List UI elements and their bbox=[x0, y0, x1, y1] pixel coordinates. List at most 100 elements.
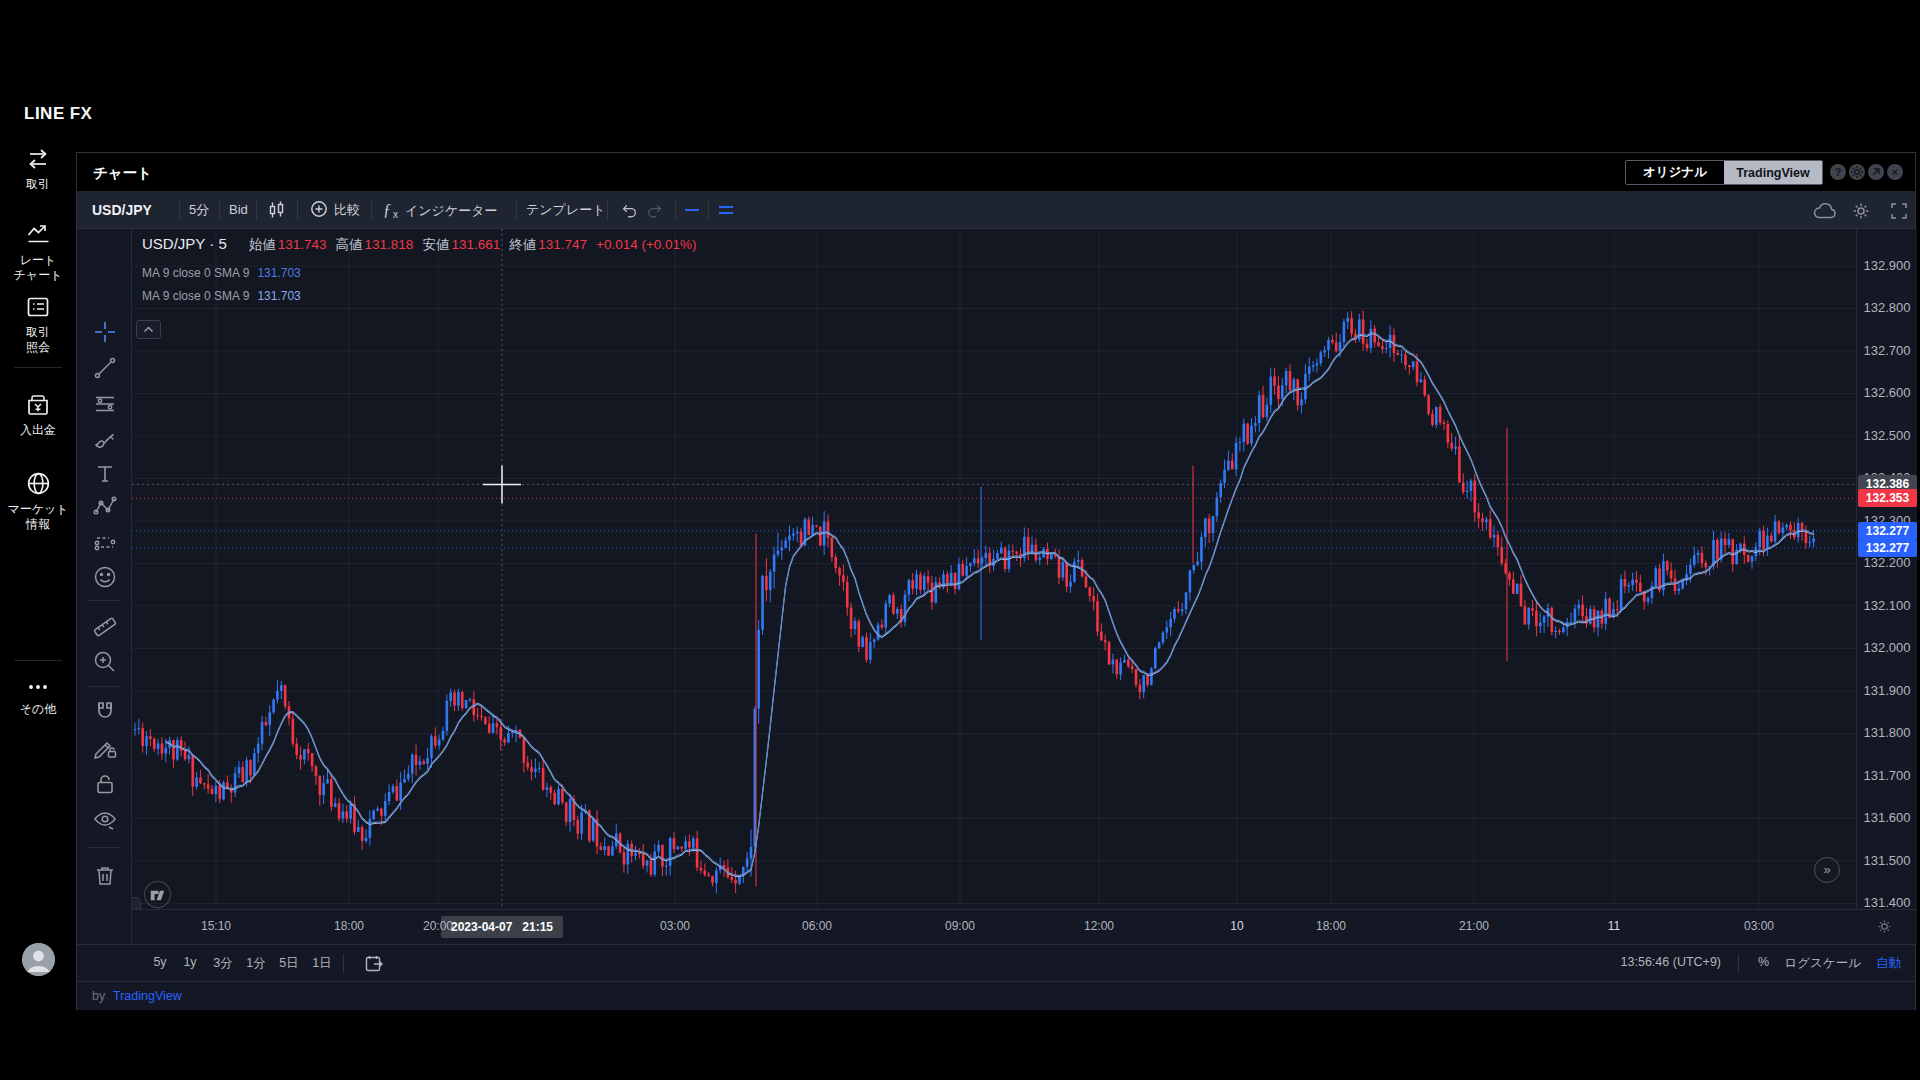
sidebar-item-label: レートチャート bbox=[0, 253, 76, 283]
time-tick-label: 11 bbox=[1608, 919, 1620, 933]
crosshair-tool-icon[interactable] bbox=[92, 319, 118, 345]
logo-line: LINE bbox=[24, 104, 65, 123]
fullscreen-icon[interactable] bbox=[1889, 201, 1909, 219]
sidebar-item-others[interactable]: その他 bbox=[0, 680, 76, 717]
sidebar-item-trade[interactable]: 取引 bbox=[0, 146, 76, 192]
go-to-date-icon[interactable] bbox=[365, 955, 384, 975]
tradingview-mode-button[interactable]: TradingView bbox=[1724, 161, 1822, 184]
close-icon[interactable]: × bbox=[1887, 164, 1903, 180]
ma-legend-row[interactable]: MA 9 close 0 SMA 9131.703 bbox=[142, 266, 697, 280]
sidebar-item-label: その他 bbox=[0, 702, 76, 717]
pattern-tool-icon[interactable] bbox=[92, 494, 118, 520]
range-button-5y[interactable]: 5y bbox=[153, 955, 166, 969]
fib-tool-icon[interactable] bbox=[92, 391, 118, 417]
chart-canvas[interactable]: USD/JPY · 5始値131.743高値131.818安値131.661終値… bbox=[132, 229, 1856, 909]
price-tick-label: 132.100 bbox=[1857, 598, 1917, 613]
scroll-right-button[interactable]: » bbox=[1814, 857, 1840, 883]
trash-tool-icon[interactable] bbox=[92, 863, 118, 889]
magnet-tool-icon[interactable] bbox=[92, 699, 118, 725]
help-icon[interactable]: ? bbox=[1830, 164, 1846, 180]
popout-icon[interactable] bbox=[1868, 164, 1884, 180]
auto-scale-button[interactable]: 自動 bbox=[1876, 955, 1901, 972]
interval-button[interactable]: 5分 bbox=[189, 191, 209, 229]
original-mode-button[interactable]: オリジナル bbox=[1626, 161, 1724, 184]
price-tick-label: 131.700 bbox=[1857, 768, 1917, 783]
trend-line-tool-icon[interactable] bbox=[92, 355, 118, 381]
tradingview-link[interactable]: TradingView bbox=[113, 989, 182, 1003]
time-tick-label: 20:00 bbox=[423, 919, 453, 933]
sidebar-item-label: 入出金 bbox=[0, 423, 76, 438]
symbol-button[interactable]: USD/JPY bbox=[92, 191, 152, 229]
price-tick-label: 132.800 bbox=[1857, 300, 1917, 315]
ohlc-value: 131.661 bbox=[451, 237, 500, 252]
time-tick-label: 03:00 bbox=[1744, 919, 1774, 933]
mode-toggle: オリジナル TradingView bbox=[1625, 160, 1823, 185]
templates-button[interactable]: テンプレート bbox=[526, 191, 606, 229]
toolbar-collapse-handle[interactable]: ‹ bbox=[132, 897, 141, 909]
time-tick-label: 21:00 bbox=[1459, 919, 1489, 933]
redo-button[interactable] bbox=[646, 201, 664, 219]
brush-tool-icon[interactable] bbox=[92, 427, 118, 453]
user-avatar[interactable] bbox=[22, 943, 55, 976]
ohlc-label: 安値 bbox=[422, 237, 449, 252]
legend-symbol[interactable]: USD/JPY · 5 bbox=[142, 235, 227, 252]
legend-collapse-button[interactable] bbox=[136, 320, 161, 339]
compare-button[interactable]: 比較 bbox=[310, 191, 360, 229]
sidebar-item-rate-chart[interactable]: レートチャート bbox=[0, 222, 76, 283]
ohlc-value: 131.818 bbox=[365, 237, 414, 252]
forecast-tool-icon[interactable] bbox=[92, 530, 118, 556]
range-button-3分[interactable]: 3分 bbox=[213, 955, 232, 972]
text-tool-icon[interactable] bbox=[92, 461, 118, 487]
price-tick-label: 132.600 bbox=[1857, 385, 1917, 400]
sidebar-item-trade-inquiry[interactable]: 取引照会 bbox=[0, 294, 76, 355]
range-button-5日[interactable]: 5日 bbox=[279, 955, 298, 972]
price-axis[interactable]: 132.900132.800132.700132.600132.500132.4… bbox=[1856, 229, 1917, 909]
time-axis-settings-icon[interactable] bbox=[1876, 918, 1893, 938]
lock-tool-icon[interactable] bbox=[92, 771, 118, 797]
double-line-tool-button[interactable] bbox=[717, 201, 735, 219]
indicators-button[interactable]: ƒxインジケーター bbox=[383, 191, 498, 229]
log-scale-button[interactable]: ログスケール bbox=[1785, 955, 1861, 972]
hide-drawings-tool-icon[interactable] bbox=[92, 807, 118, 833]
ohlc-label: 高値 bbox=[336, 237, 363, 252]
cloud-save-icon[interactable] bbox=[1812, 201, 1838, 219]
chart-settings-icon[interactable] bbox=[1851, 201, 1871, 219]
price-tick-label: 132.200 bbox=[1857, 555, 1917, 570]
range-button-1y[interactable]: 1y bbox=[183, 955, 196, 969]
drawing-lock-tool-icon[interactable] bbox=[92, 735, 118, 761]
chart-panel: チャート オリジナル TradingView ? × USD/JPY 5分 Bi… bbox=[76, 152, 1916, 1010]
time-tick-label: 15:10 bbox=[201, 919, 231, 933]
price-tick-label: 131.600 bbox=[1857, 810, 1917, 825]
sidebar-item-market-info[interactable]: マーケット情報 bbox=[0, 470, 76, 532]
time-tick-label: 09:00 bbox=[945, 919, 975, 933]
percent-scale-button[interactable]: % bbox=[1758, 955, 1769, 969]
deposit-withdraw-icon bbox=[25, 392, 51, 418]
emoji-tool-icon[interactable] bbox=[92, 564, 118, 590]
panel-header: チャート オリジナル TradingView ? × bbox=[77, 153, 1915, 191]
sidebar-item-label: マーケット情報 bbox=[0, 502, 76, 532]
range-button-1日[interactable]: 1日 bbox=[312, 955, 331, 972]
ohlc-value: 131.747 bbox=[538, 237, 587, 252]
trade-inquiry-icon bbox=[25, 294, 51, 320]
sidebar-item-deposit-withdraw[interactable]: 入出金 bbox=[0, 392, 76, 438]
undo-button[interactable] bbox=[620, 201, 638, 219]
bottom-toolbar: 5y 1y 3分 1分 5日 1日 13:56:46 (UTC+9) % ログスケール 自… bbox=[77, 944, 1915, 981]
ohlc-label: 終値 bbox=[509, 237, 536, 252]
price-type-button[interactable]: Bid bbox=[229, 191, 248, 229]
price-tick-label: 132.000 bbox=[1857, 640, 1917, 655]
candle-style-button[interactable] bbox=[268, 201, 285, 219]
single-line-tool-button[interactable] bbox=[683, 201, 701, 219]
zoom-in-tool-icon[interactable] bbox=[92, 649, 118, 675]
ma-legend-row[interactable]: MA 9 close 0 SMA 9131.703 bbox=[142, 289, 697, 303]
time-tick-label: 18:00 bbox=[334, 919, 364, 933]
price-tick-label: 131.900 bbox=[1857, 683, 1917, 698]
ruler-tool-icon[interactable] bbox=[92, 613, 118, 639]
candlestick-chart[interactable] bbox=[132, 229, 1856, 909]
settings-icon[interactable] bbox=[1849, 164, 1865, 180]
clock-label[interactable]: 13:56:46 (UTC+9) bbox=[1621, 955, 1721, 969]
time-axis[interactable]: 2023-04-07 21:15 15:1018:0020:0003:0006:… bbox=[132, 909, 1917, 944]
market-info-icon bbox=[25, 470, 52, 497]
sidebar-divider bbox=[14, 660, 62, 661]
range-button-1分[interactable]: 1分 bbox=[246, 955, 265, 972]
chart-toolbar: USD/JPY 5分 Bid 比較 ƒxインジケーター テンプレート bbox=[77, 191, 1915, 229]
